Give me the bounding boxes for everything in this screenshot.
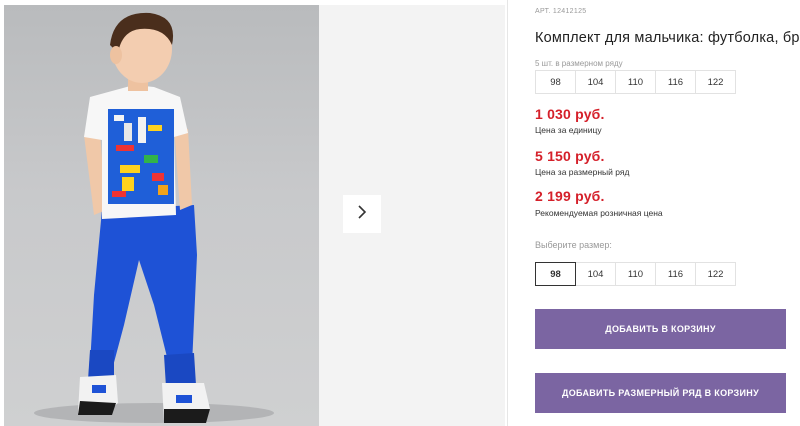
retail-price: 2 199 руб. — [535, 188, 605, 204]
article-number: АРТ. 12412125 — [535, 8, 587, 15]
size-option-110[interactable]: 110 — [615, 262, 656, 286]
size-range-item: 98 — [535, 70, 576, 94]
size-range-item: 122 — [695, 70, 736, 94]
size-option-104[interactable]: 104 — [575, 262, 616, 286]
product-title: Комплект для мальчика: футболка, брюки — [535, 30, 800, 46]
size-range-label: 5 шт. в размерном ряду — [535, 59, 623, 68]
size-picker: 98 104 110 116 122 — [535, 262, 736, 286]
next-image-button[interactable] — [343, 195, 381, 233]
chevron-right-icon — [356, 204, 368, 225]
size-range-item: 104 — [575, 70, 616, 94]
boy-photo-illustration — [34, 12, 274, 423]
size-option-122[interactable]: 122 — [695, 262, 736, 286]
size-option-98[interactable]: 98 — [535, 262, 576, 286]
size-range-item: 116 — [655, 70, 696, 94]
size-range-list: 98 104 110 116 122 — [535, 70, 736, 94]
unit-price-note: Цена за единицу — [535, 125, 602, 135]
range-price-note: Цена за размерный ряд — [535, 167, 630, 177]
size-option-116[interactable]: 116 — [655, 262, 696, 286]
add-range-to-cart-button[interactable]: ДОБАВИТЬ РАЗМЕРНЫЙ РЯД В КОРЗИНУ — [535, 373, 786, 413]
product-photo — [4, 5, 319, 426]
size-range-item: 110 — [615, 70, 656, 94]
range-price: 5 150 руб. — [535, 148, 605, 164]
retail-price-note: Рекомендуемая розничная цена — [535, 208, 663, 218]
add-to-cart-button[interactable]: ДОБАВИТЬ В КОРЗИНУ — [535, 309, 786, 349]
product-gallery — [0, 0, 508, 426]
choose-size-label: Выберите размер: — [535, 240, 612, 250]
column-divider — [507, 0, 508, 426]
unit-price: 1 030 руб. — [535, 106, 605, 122]
